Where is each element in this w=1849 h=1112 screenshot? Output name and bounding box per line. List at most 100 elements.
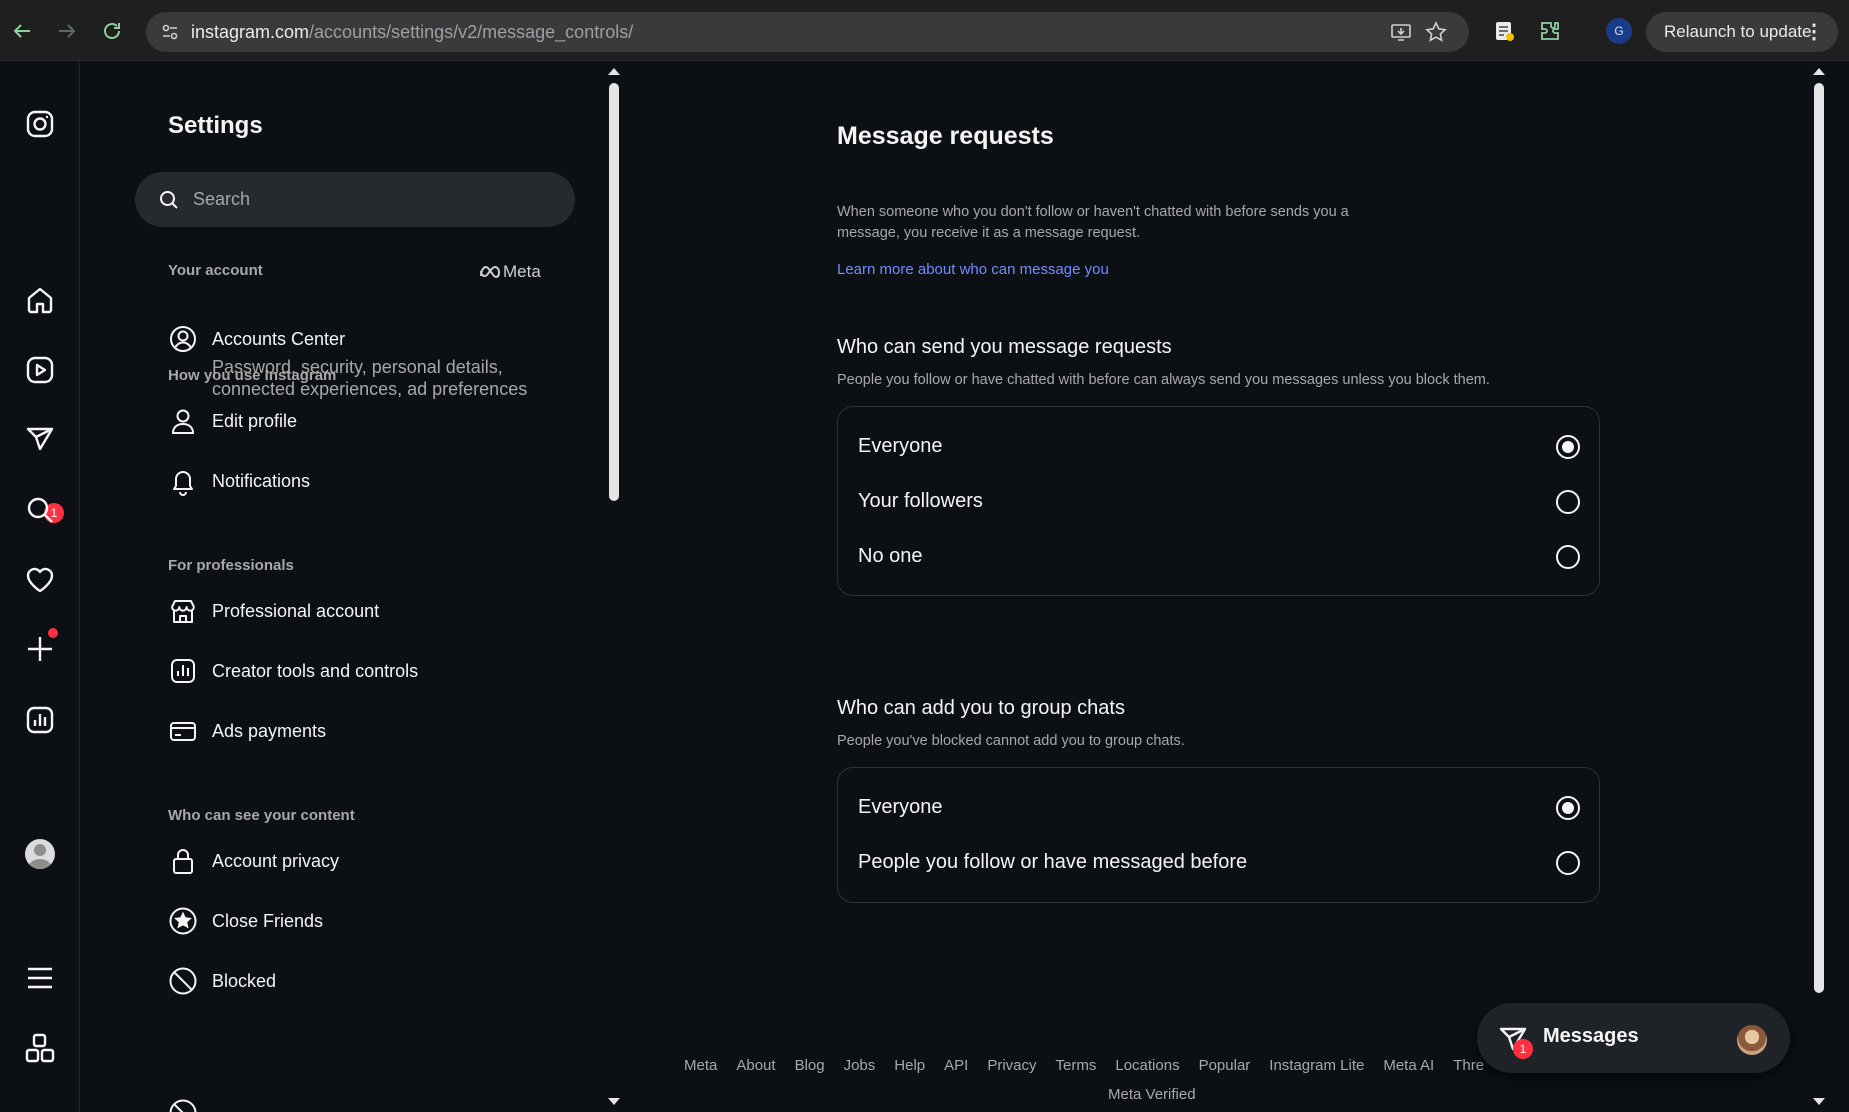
reels-icon[interactable] [24,354,56,386]
settings-item-creator-tools[interactable]: Creator tools and controls [168,656,588,686]
more-apps-icon[interactable] [24,1032,56,1064]
radio-your-followers[interactable] [1556,490,1580,514]
browser-profile-avatar[interactable]: G [1606,18,1632,44]
option-your-followers[interactable]: Your followers [858,482,1580,522]
conversation-avatar [1737,1025,1767,1055]
radio-no-one[interactable] [1556,545,1580,569]
section-how-you-use: How you use Instagram [168,367,337,384]
more-vert-icon: ⋮ [1804,21,1824,43]
profile-avatar[interactable] [25,839,55,869]
messages-pill[interactable]: 1 Messages [1477,1003,1790,1073]
group-chats-subtitle: People you've blocked cannot add you to … [837,733,1185,749]
bookmark-star-icon[interactable] [1425,21,1447,43]
footer-link[interactable]: Meta AI [1383,1057,1434,1074]
settings-scroll-down[interactable] [608,1098,620,1105]
footer-link[interactable]: Privacy [987,1057,1036,1074]
footer-link[interactable]: Blog [795,1057,825,1074]
accounts-center-label: Accounts Center [212,329,346,349]
bell-icon [168,466,198,496]
user-circle-icon [168,324,198,354]
footer-link[interactable]: Meta [684,1057,717,1074]
forward-icon[interactable] [55,19,79,43]
footer-link[interactable]: About [736,1057,775,1074]
ads-payments-label: Ads payments [212,721,327,741]
settings-search[interactable] [135,172,575,227]
professional-account-label: Professional account [212,601,380,621]
footer-link[interactable]: Terms [1056,1057,1097,1074]
nav-rail: 1 [0,62,80,1112]
partial-item-icon [168,1098,198,1112]
extensions-puzzle-icon[interactable] [1538,19,1562,43]
menu-hamburger-icon[interactable] [24,962,56,994]
site-info-icon[interactable] [160,22,180,42]
chart-icon [168,656,198,686]
page-title: Message requests [837,122,1054,150]
messages-pill-badge: 1 [1513,1039,1533,1059]
footer-meta-verified[interactable]: Meta Verified [1108,1086,1196,1103]
instagram-logo-icon[interactable] [24,108,56,140]
blocked-icon [168,966,198,996]
footer-link[interactable]: Instagram Lite [1269,1057,1364,1074]
settings-item-close-friends[interactable]: Close Friends [168,906,588,936]
settings-scrollbar-thumb[interactable] [609,83,619,501]
back-icon[interactable] [10,19,34,43]
settings-item-account-privacy[interactable]: Account privacy [168,846,588,876]
footer-links: Meta About Blog Jobs Help API Privacy Terms Loca… [684,1057,1503,1074]
relaunch-button[interactable]: Relaunch to update ⋮ [1646,12,1838,52]
footer-link[interactable]: API [944,1057,968,1074]
settings-item-accounts-center[interactable]: Accounts Center Password, security, pers… [168,324,588,400]
footer-link[interactable]: Locations [1115,1057,1179,1074]
main-scrollbar-thumb[interactable] [1814,83,1824,993]
heart-icon[interactable] [24,564,56,596]
reload-icon[interactable] [100,19,124,43]
settings-item-notifications[interactable]: Notifications [168,466,588,496]
radio-group-everyone[interactable] [1556,796,1580,820]
learn-more-link[interactable]: Learn more about who can message you [837,261,1109,278]
message-controls-panel: Message requests When someone who you do… [625,62,1825,1112]
extension-doc-icon[interactable] [1492,19,1516,43]
settings-title: Settings [168,112,263,139]
search-input[interactable] [193,172,553,227]
lock-icon [168,846,198,876]
settings-scroll-up[interactable] [608,68,620,75]
footer-link[interactable]: Help [894,1057,925,1074]
messages-pill-label: Messages [1543,1025,1639,1047]
main-scroll-down[interactable] [1813,1098,1825,1105]
close-friends-label: Close Friends [212,911,324,931]
url-text: instagram.com/accounts/settings/v2/messa… [191,22,634,42]
section-your-account: Your account [168,262,263,279]
meta-logo: Meta [479,262,541,282]
message-requests-heading: Who can send you message requests [837,336,1172,358]
install-app-icon[interactable] [1390,21,1412,43]
footer-link[interactable]: Thre [1453,1057,1484,1074]
radio-group-followed[interactable] [1556,851,1580,875]
option-no-one[interactable]: No one [858,537,1580,577]
footer-link[interactable]: Popular [1199,1057,1251,1074]
option-group-followed[interactable]: People you follow or have messaged befor… [858,843,1580,883]
search-icon[interactable] [24,494,56,526]
settings-item-professional-account[interactable]: Professional account [168,596,588,626]
settings-sidebar: Settings Your account Meta Accounts Cent… [81,62,624,1112]
settings-item-partial[interactable] [168,1098,588,1112]
credit-card-icon [168,716,198,746]
insights-icon[interactable] [24,704,56,736]
group-chats-heading: Who can add you to group chats [837,697,1125,719]
settings-item-edit-profile[interactable]: Edit profile [168,406,588,436]
star-circle-icon [168,906,198,936]
page-description: When someone who you don't follow or hav… [837,204,1349,241]
option-everyone[interactable]: Everyone [858,427,1580,467]
settings-item-blocked[interactable]: Blocked [168,966,588,996]
section-for-professionals: For professionals [168,557,294,574]
home-icon[interactable] [24,284,56,316]
account-privacy-label: Account privacy [212,851,340,871]
footer-link[interactable]: Jobs [844,1057,876,1074]
create-plus-icon[interactable] [24,633,56,665]
messenger-icon[interactable] [24,423,56,455]
radio-everyone[interactable] [1556,435,1580,459]
option-group-everyone[interactable]: Everyone [858,788,1580,828]
settings-item-ads-payments[interactable]: Ads payments [168,716,588,746]
main-scroll-up[interactable] [1813,68,1825,75]
address-bar[interactable]: instagram.com/accounts/settings/v2/messa… [146,12,1469,52]
message-requests-subtitle: People you follow or have chatted with b… [837,372,1490,388]
section-who-can-see: Who can see your content [168,807,355,824]
